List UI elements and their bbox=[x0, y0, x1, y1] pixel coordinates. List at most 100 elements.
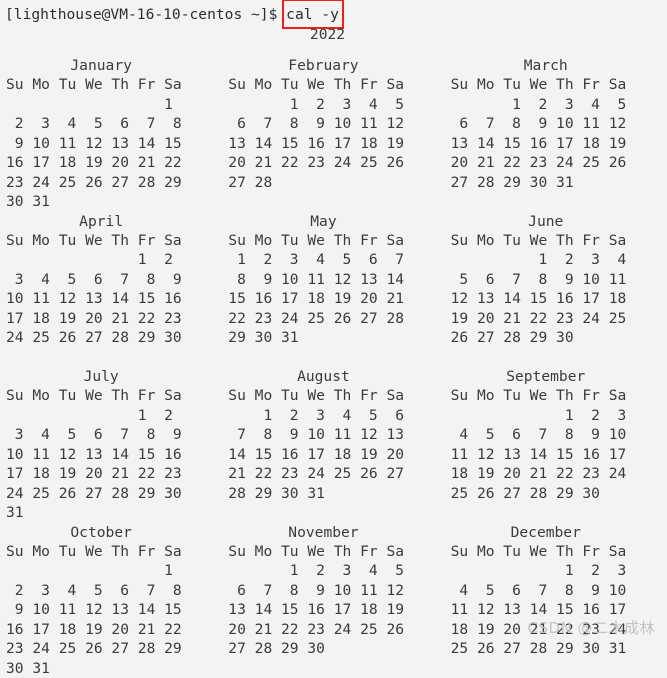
calendar-month-row: OctoberSu Mo Tu We Th Fr Sa 1 2 3 4 5 6 … bbox=[0, 523, 667, 678]
month-title: August bbox=[222, 367, 444, 386]
month-title: April bbox=[0, 212, 222, 231]
weekday-header-row: Su Mo Tu We Th Fr Sa bbox=[222, 231, 444, 250]
calendar-month-february: FebruarySu Mo Tu We Th Fr Sa 1 2 3 4 5 6… bbox=[222, 56, 444, 212]
week-row: 24 25 26 27 28 29 30 bbox=[0, 484, 222, 503]
calendar-month-may: MaySu Mo Tu We Th Fr Sa 1 2 3 4 5 6 7 8 … bbox=[222, 212, 444, 368]
month-title: January bbox=[0, 56, 222, 75]
week-row: 3 4 5 6 7 8 9 bbox=[0, 425, 222, 444]
week-row: 21 22 23 24 25 26 27 bbox=[222, 464, 444, 483]
week-row bbox=[222, 348, 444, 367]
week-row: 23 24 25 26 27 28 29 bbox=[0, 639, 222, 658]
month-title: March bbox=[445, 56, 667, 75]
week-row: 10 11 12 13 14 15 16 bbox=[0, 289, 222, 308]
terminal-window: [lighthouse@VM-16-10-centos ~]$ cal -y 2… bbox=[0, 0, 667, 646]
week-row: 19 20 21 22 23 24 25 bbox=[445, 309, 667, 328]
week-row: 13 14 15 16 17 18 19 bbox=[222, 134, 444, 153]
calendar-month-row: AprilSu Mo Tu We Th Fr Sa 1 2 3 4 5 6 7 … bbox=[0, 212, 667, 368]
week-row: 11 12 13 14 15 16 17 bbox=[445, 445, 667, 464]
week-row: 1 2 bbox=[0, 250, 222, 269]
weekday-header-row: Su Mo Tu We Th Fr Sa bbox=[0, 75, 222, 94]
weekday-header-row: Su Mo Tu We Th Fr Sa bbox=[0, 231, 222, 250]
month-title: May bbox=[222, 212, 444, 231]
month-title: February bbox=[222, 56, 444, 75]
calendar-month-march: MarchSu Mo Tu We Th Fr Sa 1 2 3 4 5 6 7 … bbox=[445, 56, 667, 212]
week-row: 1 2 3 4 bbox=[445, 250, 667, 269]
week-row: 26 27 28 29 30 bbox=[445, 328, 667, 347]
week-row: 30 31 bbox=[0, 659, 222, 678]
week-row: 24 25 26 27 28 29 30 bbox=[0, 328, 222, 347]
week-row bbox=[222, 192, 444, 211]
week-row: 27 28 29 30 bbox=[222, 639, 444, 658]
weekday-header-row: Su Mo Tu We Th Fr Sa bbox=[445, 75, 667, 94]
week-row bbox=[445, 348, 667, 367]
calendar-month-august: AugustSu Mo Tu We Th Fr Sa 1 2 3 4 5 6 7… bbox=[222, 367, 444, 523]
week-row: 4 5 6 7 8 9 10 bbox=[445, 581, 667, 600]
weekday-header-row: Su Mo Tu We Th Fr Sa bbox=[222, 75, 444, 94]
week-row: 3 4 5 6 7 8 9 bbox=[0, 270, 222, 289]
month-title: June bbox=[445, 212, 667, 231]
weekday-header-row: Su Mo Tu We Th Fr Sa bbox=[0, 542, 222, 561]
calendar-month-october: OctoberSu Mo Tu We Th Fr Sa 1 2 3 4 5 6 … bbox=[0, 523, 222, 678]
week-row bbox=[0, 348, 222, 367]
week-row: 20 21 22 23 24 25 26 bbox=[222, 620, 444, 639]
calendar-month-july: JulySu Mo Tu We Th Fr Sa 1 2 3 4 5 6 7 8… bbox=[0, 367, 222, 523]
calendar-month-june: JuneSu Mo Tu We Th Fr Sa 1 2 3 4 5 6 7 8… bbox=[445, 212, 667, 368]
calendar-year-heading: 2022 bbox=[0, 25, 667, 44]
week-row: 1 2 3 4 5 bbox=[222, 95, 444, 114]
week-row: 8 9 10 11 12 13 14 bbox=[222, 270, 444, 289]
shell-prompt-line: [lighthouse@VM-16-10-centos ~]$ cal -y bbox=[5, 5, 339, 24]
command-input[interactable]: cal -y bbox=[286, 6, 339, 23]
command-highlight-wrapper: cal -y bbox=[286, 5, 339, 24]
week-row bbox=[222, 659, 444, 678]
week-row: 12 13 14 15 16 17 18 bbox=[445, 289, 667, 308]
weekday-header-row: Su Mo Tu We Th Fr Sa bbox=[445, 231, 667, 250]
week-row: 1 2 3 bbox=[445, 561, 667, 580]
week-row: 15 16 17 18 19 20 21 bbox=[222, 289, 444, 308]
week-row: 28 29 30 31 bbox=[222, 484, 444, 503]
week-row: 1 2 3 4 5 6 bbox=[222, 406, 444, 425]
week-row: 2 3 4 5 6 7 8 bbox=[0, 581, 222, 600]
month-title: October bbox=[0, 523, 222, 542]
week-row bbox=[445, 192, 667, 211]
week-row: 6 7 8 9 10 11 12 bbox=[445, 114, 667, 133]
week-row bbox=[445, 503, 667, 522]
week-row: 18 19 20 21 22 23 24 bbox=[445, 464, 667, 483]
weekday-header-row: Su Mo Tu We Th Fr Sa bbox=[445, 542, 667, 561]
week-row: 16 17 18 19 20 21 22 bbox=[0, 153, 222, 172]
week-row: 17 18 19 20 21 22 23 bbox=[0, 464, 222, 483]
calendar-month-january: JanuarySu Mo Tu We Th Fr Sa 1 2 3 4 5 6 … bbox=[0, 56, 222, 212]
calendar-month-row: JulySu Mo Tu We Th Fr Sa 1 2 3 4 5 6 7 8… bbox=[0, 367, 667, 523]
week-row: 6 7 8 9 10 11 12 bbox=[222, 114, 444, 133]
week-row bbox=[445, 659, 667, 678]
week-row: 27 28 29 30 31 bbox=[445, 173, 667, 192]
week-row: 1 2 3 4 5 6 7 bbox=[222, 250, 444, 269]
calendar-month-december: DecemberSu Mo Tu We Th Fr Sa 1 2 3 4 5 6… bbox=[445, 523, 667, 678]
month-title: July bbox=[0, 367, 222, 386]
week-row: 9 10 11 12 13 14 15 bbox=[0, 600, 222, 619]
week-row: 14 15 16 17 18 19 20 bbox=[222, 445, 444, 464]
calendar-month-april: AprilSu Mo Tu We Th Fr Sa 1 2 3 4 5 6 7 … bbox=[0, 212, 222, 368]
week-row: 17 18 19 20 21 22 23 bbox=[0, 309, 222, 328]
week-row: 16 17 18 19 20 21 22 bbox=[0, 620, 222, 639]
week-row: 13 14 15 16 17 18 19 bbox=[445, 134, 667, 153]
week-row: 20 21 22 23 24 25 26 bbox=[445, 153, 667, 172]
week-row: 11 12 13 14 15 16 17 bbox=[445, 600, 667, 619]
weekday-header-row: Su Mo Tu We Th Fr Sa bbox=[0, 386, 222, 405]
week-row: 23 24 25 26 27 28 29 bbox=[0, 173, 222, 192]
month-title: December bbox=[445, 523, 667, 542]
month-title: September bbox=[445, 367, 667, 386]
week-row: 7 8 9 10 11 12 13 bbox=[222, 425, 444, 444]
week-row: 10 11 12 13 14 15 16 bbox=[0, 445, 222, 464]
week-row: 13 14 15 16 17 18 19 bbox=[222, 600, 444, 619]
week-row: 9 10 11 12 13 14 15 bbox=[0, 134, 222, 153]
calendar-year-value: 2022 bbox=[310, 25, 345, 44]
week-row: 4 5 6 7 8 9 10 bbox=[445, 425, 667, 444]
week-row: 5 6 7 8 9 10 11 bbox=[445, 270, 667, 289]
week-row: 1 2 bbox=[0, 406, 222, 425]
week-row: 1 2 3 bbox=[445, 406, 667, 425]
week-row: 6 7 8 9 10 11 12 bbox=[222, 581, 444, 600]
week-row: 2 3 4 5 6 7 8 bbox=[0, 114, 222, 133]
calendar-month-september: SeptemberSu Mo Tu We Th Fr Sa 1 2 3 4 5 … bbox=[445, 367, 667, 523]
calendar-grid: JanuarySu Mo Tu We Th Fr Sa 1 2 3 4 5 6 … bbox=[0, 56, 667, 678]
csdn-watermark: CSDN @二木成林 bbox=[527, 619, 655, 638]
